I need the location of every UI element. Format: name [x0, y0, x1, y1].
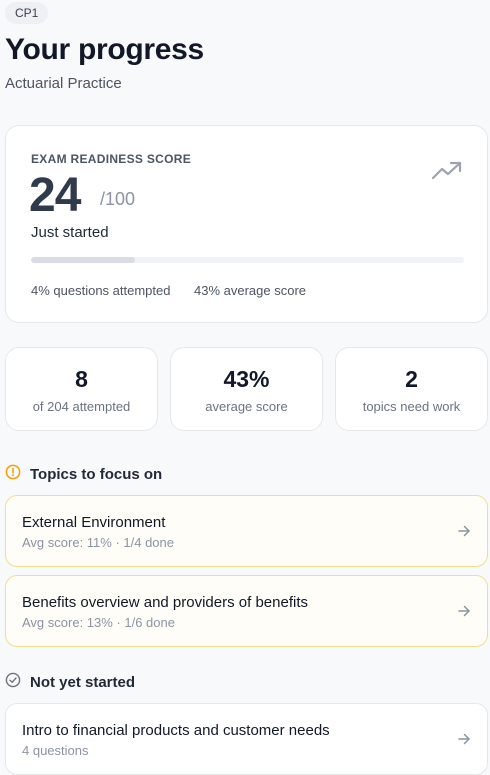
- attempted-count: 8: [75, 366, 88, 392]
- topic-meta: 4 questions: [22, 743, 89, 758]
- page-title: Your progress: [5, 33, 204, 66]
- focus-section-heading: Topics to focus on: [5, 464, 162, 484]
- readiness-label: EXAM READINESS SCORE: [31, 152, 192, 166]
- focus-topic-card[interactable]: Benefits overview and providers of benef…: [5, 575, 488, 647]
- subject-badge: CP1: [5, 2, 49, 24]
- exam-readiness-card: EXAM READINESS SCORE 24 /100 Just starte…: [5, 125, 488, 323]
- questions-attempted-stat: 4% questions attempted: [31, 283, 171, 298]
- topic-meta: Avg score: 13% · 1/6 done: [22, 615, 175, 630]
- focus-topic-card[interactable]: External Environment Avg score: 11% · 1/…: [5, 495, 488, 567]
- readiness-status: Just started: [31, 224, 109, 241]
- average-score-card: 43% average score: [170, 347, 323, 431]
- readiness-score: 24: [29, 169, 81, 222]
- page-subtitle: Actuarial Practice: [5, 75, 122, 92]
- not-started-section-heading: Not yet started: [5, 672, 135, 692]
- alert-circle-icon: [5, 464, 21, 484]
- topic-name: Intro to financial products and customer…: [22, 722, 330, 739]
- topic-name: Benefits overview and providers of benef…: [22, 594, 308, 611]
- topics-need-work-count: 2: [405, 366, 418, 392]
- arrow-right-icon: [457, 524, 471, 543]
- readiness-progress-fill: [31, 257, 135, 263]
- topic-meta: Avg score: 11% · 1/4 done: [22, 535, 175, 550]
- average-score-value: 43%: [223, 366, 270, 392]
- readiness-max: /100: [100, 189, 136, 209]
- readiness-progress-bar: [31, 257, 464, 263]
- average-score-caption: average score: [205, 399, 288, 414]
- average-score-stat: 43% average score: [194, 283, 307, 298]
- arrow-right-icon: [457, 604, 471, 623]
- arrow-right-icon: [457, 732, 471, 751]
- topic-name: External Environment: [22, 514, 166, 531]
- focus-heading-label: Topics to focus on: [30, 465, 163, 483]
- not-started-topic-card[interactable]: Intro to financial products and customer…: [5, 703, 488, 775]
- topics-need-work-caption: topics need work: [362, 399, 461, 414]
- attempted-caption: of 204 attempted: [32, 399, 131, 414]
- attempted-stat-card: 8 of 204 attempted: [5, 347, 158, 431]
- topics-need-work-card: 2 topics need work: [335, 347, 488, 431]
- not-started-heading-label: Not yet started: [30, 673, 136, 691]
- trending-up-icon: [431, 160, 463, 187]
- check-circle-icon: [5, 672, 21, 692]
